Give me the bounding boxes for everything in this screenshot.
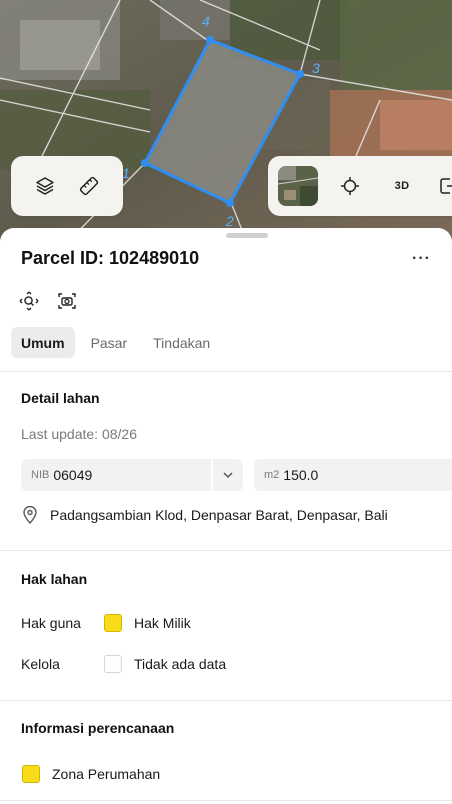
divider (0, 700, 452, 701)
vertex-label-2: 2 (225, 213, 234, 229)
zone-label: Zona Perumahan (52, 766, 161, 782)
area-value: 150.0 (283, 467, 319, 483)
vertex-label-4: 4 (202, 13, 210, 29)
zone-row: Zona Perumahan (22, 765, 160, 783)
area-prefix: m2 (264, 469, 280, 481)
measure-button[interactable] (71, 168, 107, 204)
parcel-title: Parcel ID: 102489010 (21, 248, 200, 268)
camera-frame-icon (58, 293, 76, 309)
vertex-label-1: 1 (122, 165, 130, 181)
layers-button[interactable] (27, 168, 63, 204)
more-options-button[interactable]: ··· (412, 250, 431, 268)
location-text: Padangsambian Klod, Denpasar Barat, Denp… (50, 507, 388, 523)
divider (0, 800, 452, 801)
planning-heading: Informasi perencanaan (21, 720, 175, 736)
zoom-to-fit-icon (19, 291, 39, 311)
ruler-icon (79, 176, 99, 196)
nib-prefix: NIB (31, 469, 50, 481)
location-row: Padangsambian Klod, Denpasar Barat, Denp… (22, 506, 388, 524)
kelola-row: Kelola Tidak ada data (21, 655, 226, 673)
divider (0, 371, 452, 372)
parcel-bottom-sheet: Parcel ID: 102489010 ··· Umum Pasar Tind… (0, 228, 452, 804)
layers-icon (36, 177, 54, 195)
vertex-label-3: 3 (312, 60, 320, 76)
last-update: Last update: 08/26 (21, 426, 137, 442)
tab-bar: Umum Pasar Tindakan (11, 327, 220, 358)
nib-field[interactable]: NIB 06049 (21, 459, 243, 491)
crosshair-icon (341, 177, 359, 195)
zone-swatch (22, 765, 40, 783)
tab-pasar[interactable]: Pasar (81, 327, 138, 358)
exit-icon (440, 178, 452, 194)
basemap-thumbnail[interactable] (278, 166, 318, 206)
satellite-thumbnail-icon (278, 166, 318, 206)
zoom-to-parcel-button[interactable] (18, 290, 40, 312)
kelola-swatch (104, 655, 122, 673)
rights-heading: Hak lahan (21, 571, 88, 587)
sheet-drag-handle[interactable] (226, 233, 268, 238)
tab-umum[interactable]: Umum (11, 327, 75, 358)
view-3d-button[interactable]: 3D (384, 168, 420, 204)
location-pin-icon (23, 506, 37, 524)
nib-value: 06049 (53, 467, 93, 483)
kelola-label: Kelola (21, 656, 60, 672)
locate-button[interactable] (332, 168, 368, 204)
nib-dropdown-button[interactable] (211, 459, 243, 491)
detail-heading: Detail lahan (21, 390, 100, 406)
hak-guna-swatch (104, 614, 122, 632)
hak-guna-value: Hak Milik (134, 615, 191, 631)
hak-guna-label: Hak guna (21, 615, 81, 631)
divider (0, 550, 452, 551)
map-toolbar-left (11, 156, 123, 216)
area-field[interactable]: m2 150.0 (254, 459, 452, 491)
map-view[interactable]: 1 2 3 4 3D (0, 0, 452, 250)
screenshot-button[interactable] (56, 290, 78, 312)
hak-guna-row: Hak guna Hak Milik (21, 614, 191, 632)
tab-tindakan[interactable]: Tindakan (143, 327, 220, 358)
exit-button[interactable] (430, 168, 452, 204)
parcel-action-icons (18, 290, 78, 312)
map-toolbar-right: 3D (268, 156, 452, 216)
title-row: Parcel ID: 102489010 ··· (21, 248, 431, 269)
view-3d-label: 3D (394, 180, 410, 192)
kelola-value: Tidak ada data (134, 656, 227, 672)
chevron-down-icon (223, 472, 233, 479)
